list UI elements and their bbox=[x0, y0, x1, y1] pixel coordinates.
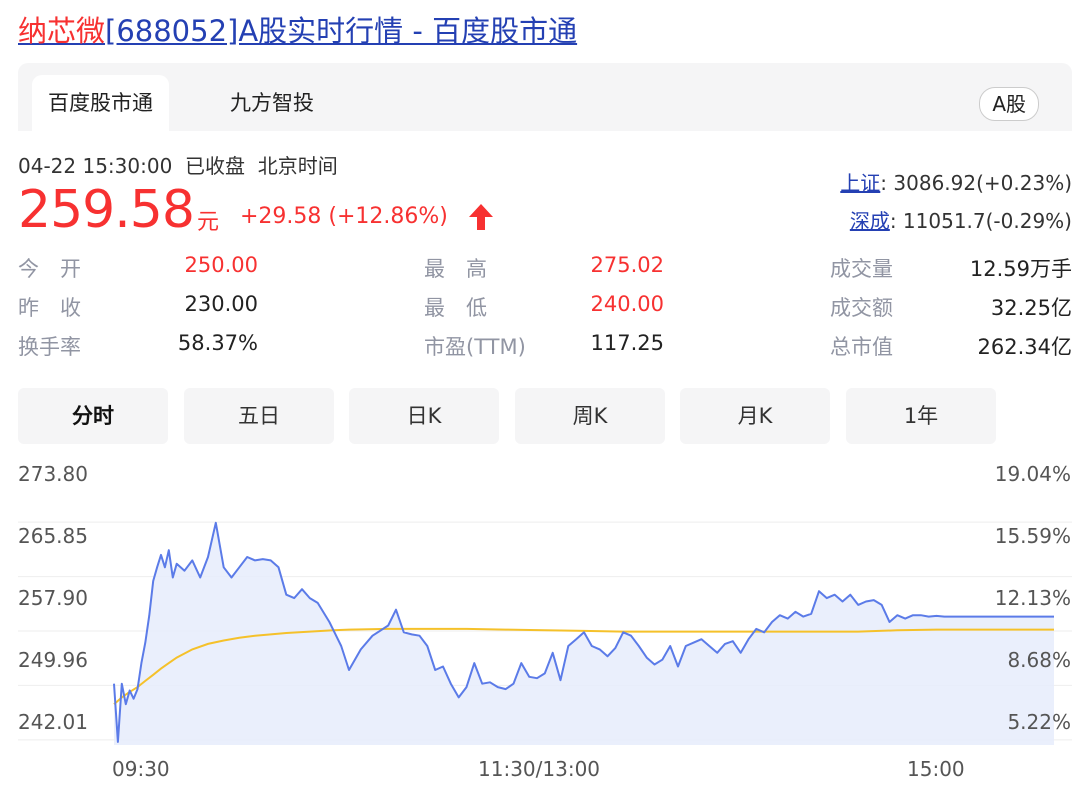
x-tick-label: 09:30 bbox=[112, 757, 170, 781]
pct-tick-label: 15.59% bbox=[994, 524, 1071, 548]
timezone-label: 北京时间 bbox=[257, 154, 338, 178]
index-shanghai-value: : 3086.92(+0.23%) bbox=[880, 171, 1072, 195]
stock-name-link[interactable]: 纳芯微 bbox=[18, 14, 105, 48]
source-tabbar: 百度股市通 九方智投 A股 bbox=[18, 63, 1072, 131]
y-tick-label: 257.90 bbox=[18, 586, 88, 610]
chart-tab-5day[interactable]: 五日 bbox=[184, 388, 334, 444]
volume-value: 12.59万手 bbox=[969, 257, 1072, 281]
index-shenzhen-value: : 11051.7(-0.29%) bbox=[889, 209, 1072, 233]
index-shenzhen-name[interactable]: 深成 bbox=[850, 209, 890, 233]
low-value: 240.00 bbox=[590, 292, 664, 316]
up-arrow-icon bbox=[469, 204, 493, 230]
pct-tick-label: 19.04% bbox=[994, 462, 1071, 486]
y-tick-label: 242.01 bbox=[18, 710, 88, 734]
y-tick-label: 249.96 bbox=[18, 648, 88, 672]
price-change: +29.58 (+12.86%) bbox=[240, 204, 448, 229]
amount-label: 成交额 bbox=[830, 296, 893, 320]
y-tick-label: 265.85 bbox=[18, 524, 88, 548]
chart-tab-daily-k[interactable]: 日K bbox=[349, 388, 499, 444]
pct-tick-label: 8.68% bbox=[1007, 648, 1071, 672]
index-shanghai[interactable]: 上证: 3086.92(+0.23%) bbox=[840, 167, 1072, 196]
title-rest-link[interactable]: [688052]A股实时行情 - 百度股市通 bbox=[105, 14, 577, 48]
x-tick-label: 15:00 bbox=[907, 757, 965, 781]
low-label: 最 低 bbox=[424, 296, 487, 320]
price-unit: 元 bbox=[197, 210, 220, 235]
open-label: 今 开 bbox=[18, 257, 81, 281]
pct-tick-label: 12.13% bbox=[994, 586, 1071, 610]
market-cap-value: 262.34亿 bbox=[977, 335, 1072, 359]
chart-tab-1year[interactable]: 1年 bbox=[846, 388, 996, 444]
market-a-share-button[interactable]: A股 bbox=[979, 87, 1039, 121]
high-label: 最 高 bbox=[424, 257, 487, 281]
y-tick-label: 273.80 bbox=[18, 462, 88, 486]
market-state: 已收盘 bbox=[185, 154, 246, 178]
chart-tab-monthly-k[interactable]: 月K bbox=[680, 388, 830, 444]
tab-jiufang[interactable]: 九方智投 bbox=[214, 75, 330, 131]
volume-label: 成交量 bbox=[830, 257, 893, 281]
intraday-chart[interactable] bbox=[0, 450, 1080, 755]
current-price: 259.58 bbox=[18, 180, 195, 240]
chart-tab-weekly-k[interactable]: 周K bbox=[515, 388, 665, 444]
amount-value: 32.25亿 bbox=[990, 296, 1072, 320]
open-value: 250.00 bbox=[184, 253, 258, 277]
turnover-label: 换手率 bbox=[18, 335, 81, 359]
index-shenzhen[interactable]: 深成: 11051.7(-0.29%) bbox=[850, 205, 1072, 234]
tab-baidu-gushitong[interactable]: 百度股市通 bbox=[32, 75, 169, 131]
pe-value: 117.25 bbox=[590, 331, 664, 355]
market-cap-label: 总市值 bbox=[830, 335, 893, 359]
prev-close-value: 230.00 bbox=[184, 292, 258, 316]
pct-tick-label: 5.22% bbox=[1007, 710, 1071, 734]
prev-close-label: 昨 收 bbox=[18, 296, 81, 320]
high-value: 275.02 bbox=[590, 253, 664, 277]
turnover-value: 58.37% bbox=[177, 331, 258, 355]
chart-tab-intraday[interactable]: 分时 bbox=[18, 388, 168, 444]
x-tick-label: 11:30/13:00 bbox=[478, 757, 601, 781]
index-shanghai-name[interactable]: 上证 bbox=[840, 171, 880, 195]
trade-datetime: 04-22 15:30:00 bbox=[18, 154, 173, 178]
trade-time-line: 04-22 15:30:00 已收盘 北京时间 bbox=[18, 150, 338, 179]
page-title[interactable]: 纳芯微[688052]A股实时行情 - 百度股市通 bbox=[18, 8, 577, 50]
